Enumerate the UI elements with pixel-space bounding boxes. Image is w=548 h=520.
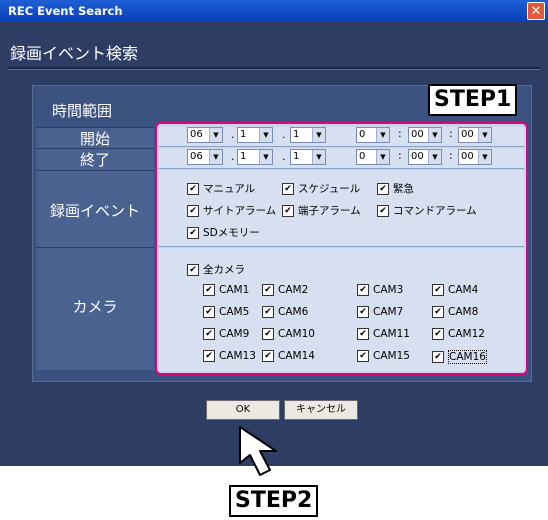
end-day-select[interactable]: 1 ▼ bbox=[290, 149, 326, 165]
start-label: 開始 bbox=[79, 130, 110, 148]
end-label: 終了 bbox=[79, 151, 110, 169]
start-hour-select[interactable]: 06 ▼ bbox=[187, 127, 223, 143]
checkbox-icon: ✔ bbox=[203, 306, 215, 318]
camera-checkbox-3[interactable]: ✔ CAM3 bbox=[357, 284, 403, 296]
separator-dot: . bbox=[231, 128, 235, 141]
camera-checkbox-15[interactable]: ✔ CAM15 bbox=[357, 350, 410, 362]
camera-checkbox-16[interactable]: ✔ CAM16 bbox=[432, 350, 487, 364]
separator-colon: : bbox=[398, 127, 402, 140]
divider bbox=[8, 67, 540, 70]
checkbox-icon: ✔ bbox=[432, 351, 444, 363]
camera-checkbox-1[interactable]: ✔ CAM1 bbox=[203, 284, 249, 296]
checkbox-icon: ✔ bbox=[357, 306, 369, 318]
separator-colon: : bbox=[449, 127, 453, 140]
end-month-select[interactable]: 1 ▼ bbox=[237, 149, 273, 165]
checkbox-icon: ✔ bbox=[262, 328, 274, 340]
end-hour-time-select[interactable]: 0 ▼ bbox=[356, 149, 390, 165]
chevron-down-icon: ▼ bbox=[259, 128, 272, 142]
chevron-down-icon: ▼ bbox=[209, 150, 222, 164]
camera-checkbox-4[interactable]: ✔ CAM4 bbox=[432, 284, 478, 296]
camera-checkbox-11[interactable]: ✔ CAM11 bbox=[357, 328, 410, 340]
chevron-down-icon: ▼ bbox=[478, 150, 491, 164]
camera-checkbox-14[interactable]: ✔ CAM14 bbox=[262, 350, 315, 362]
start-second-select[interactable]: 00 ▼ bbox=[458, 127, 492, 143]
checkbox-icon: ✔ bbox=[203, 350, 215, 362]
camera-checkbox-5[interactable]: ✔ CAM5 bbox=[203, 306, 249, 318]
ok-button[interactable]: OK bbox=[206, 400, 280, 420]
camera-checkbox-9[interactable]: ✔ CAM9 bbox=[203, 328, 249, 340]
window-title: REC Event Search bbox=[8, 4, 123, 18]
camera-checkbox-6[interactable]: ✔ CAM6 bbox=[262, 306, 308, 318]
separator-colon: : bbox=[449, 149, 453, 162]
mouse-pointer-icon bbox=[239, 426, 277, 476]
checkbox-icon: ✔ bbox=[377, 204, 389, 217]
checkbox-icon: ✔ bbox=[357, 350, 369, 362]
checkbox-icon: ✔ bbox=[357, 328, 369, 340]
checkbox-icon: ✔ bbox=[187, 182, 199, 195]
start-minute-select[interactable]: 00 ▼ bbox=[408, 127, 442, 143]
checkbox-icon: ✔ bbox=[203, 284, 215, 296]
all-camera-checkbox[interactable]: ✔ 全カメラ bbox=[187, 262, 245, 277]
checkbox-icon: ✔ bbox=[282, 182, 294, 195]
chevron-down-icon: ▼ bbox=[376, 128, 389, 142]
checkbox-icon: ✔ bbox=[357, 284, 369, 296]
event-manual-checkbox[interactable]: ✔ マニュアル bbox=[187, 181, 255, 196]
event-command-alarm-checkbox[interactable]: ✔ コマンドアラーム bbox=[377, 203, 477, 218]
chevron-down-icon: ▼ bbox=[312, 128, 325, 142]
event-terminal-alarm-checkbox[interactable]: ✔ 端子アラーム bbox=[282, 203, 361, 218]
event-emergency-checkbox[interactable]: ✔ 緊急 bbox=[377, 181, 414, 196]
chevron-down-icon: ▼ bbox=[428, 128, 441, 142]
camera-label: カメラ bbox=[72, 298, 118, 316]
camera-checkbox-10[interactable]: ✔ CAM10 bbox=[262, 328, 315, 340]
chevron-down-icon: ▼ bbox=[376, 150, 389, 164]
camera-checkbox-7[interactable]: ✔ CAM7 bbox=[357, 306, 403, 318]
close-button[interactable]: ✕ bbox=[527, 2, 545, 20]
checkbox-icon: ✔ bbox=[432, 306, 444, 318]
end-second-select[interactable]: 00 ▼ bbox=[458, 149, 492, 165]
camera-checkbox-13[interactable]: ✔ CAM13 bbox=[203, 350, 256, 362]
checkbox-icon: ✔ bbox=[432, 328, 444, 340]
chevron-down-icon: ▼ bbox=[428, 150, 441, 164]
end-hour-select[interactable]: 06 ▼ bbox=[187, 149, 223, 165]
separator-dot: . bbox=[282, 150, 286, 163]
checkbox-icon: ✔ bbox=[203, 328, 215, 340]
title-bar: REC Event Search ✕ bbox=[0, 0, 548, 22]
event-sd-memory-checkbox[interactable]: ✔ SDメモリー bbox=[187, 225, 260, 240]
camera-checkbox-2[interactable]: ✔ CAM2 bbox=[262, 284, 308, 296]
time-range-label: 時間範囲 bbox=[52, 102, 113, 120]
camera-checkbox-8[interactable]: ✔ CAM8 bbox=[432, 306, 478, 318]
end-minute-select[interactable]: 00 ▼ bbox=[408, 149, 442, 165]
dialog-title: 録画イベント検索 bbox=[10, 44, 139, 63]
start-day-select[interactable]: 1 ▼ bbox=[290, 127, 326, 143]
dialog-window: REC Event Search ✕ 録画イベント検索 時間範囲 開始 終了 録… bbox=[0, 0, 548, 466]
chevron-down-icon: ▼ bbox=[312, 150, 325, 164]
checkbox-icon: ✔ bbox=[187, 263, 199, 276]
chevron-down-icon: ▼ bbox=[209, 128, 222, 142]
cancel-button[interactable]: キャンセル bbox=[284, 400, 358, 420]
separator-dot: . bbox=[231, 150, 235, 163]
chevron-down-icon: ▼ bbox=[259, 150, 272, 164]
start-month-select[interactable]: 1 ▼ bbox=[237, 127, 273, 143]
chevron-down-icon: ▼ bbox=[478, 128, 491, 142]
checkbox-icon: ✔ bbox=[262, 306, 274, 318]
checkbox-icon: ✔ bbox=[262, 284, 274, 296]
checkbox-icon: ✔ bbox=[262, 350, 274, 362]
separator-colon: : bbox=[398, 149, 402, 162]
checkbox-icon: ✔ bbox=[282, 204, 294, 217]
rec-event-label: 録画イベント bbox=[49, 202, 140, 220]
checkbox-icon: ✔ bbox=[187, 226, 199, 239]
start-hour-time-select[interactable]: 0 ▼ bbox=[356, 127, 390, 143]
separator-dot: . bbox=[282, 128, 286, 141]
step2-label: STEP2 bbox=[229, 485, 319, 517]
checkbox-icon: ✔ bbox=[432, 284, 444, 296]
checkbox-icon: ✔ bbox=[377, 182, 389, 195]
step1-label: STEP1 bbox=[428, 84, 518, 116]
event-site-alarm-checkbox[interactable]: ✔ サイトアラーム bbox=[187, 203, 276, 218]
checkbox-icon: ✔ bbox=[187, 204, 199, 217]
event-schedule-checkbox[interactable]: ✔ スケジュール bbox=[282, 181, 360, 196]
camera-checkbox-12[interactable]: ✔ CAM12 bbox=[432, 328, 485, 340]
